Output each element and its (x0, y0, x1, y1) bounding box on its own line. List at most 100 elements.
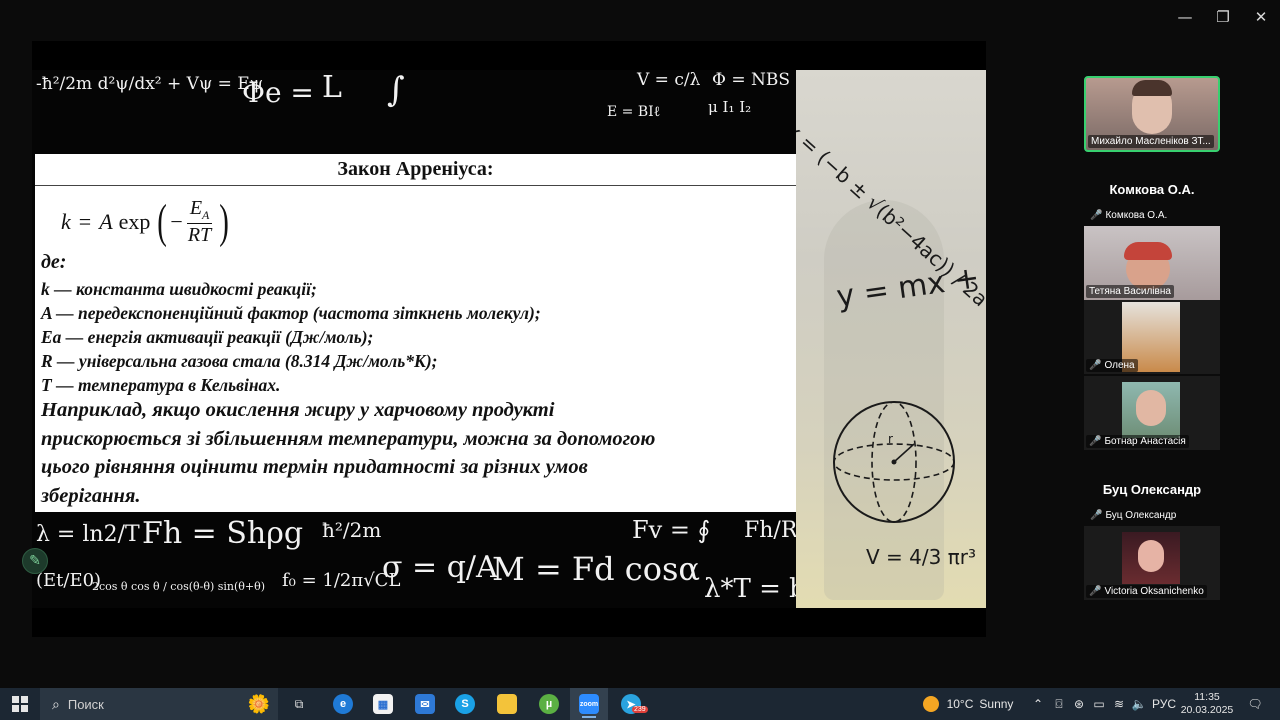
chalk-formula: ∫ (387, 70, 405, 110)
participant-tile[interactable]: 🎤 Олена (1084, 300, 1220, 374)
start-button[interactable] (0, 688, 40, 720)
formula-equals: = (78, 209, 92, 234)
participant-tile[interactable]: Тетяна Василівна (1084, 226, 1220, 300)
edge-icon: e (333, 694, 353, 714)
participant-name-strip: 🎤 Victoria Oksanichenko (1086, 585, 1207, 598)
fraction-numerator: EA (186, 197, 213, 224)
mic-muted-icon: 🎤 (1089, 586, 1102, 597)
utorrent-icon: µ (539, 694, 559, 714)
task-view-icon: ⧉ (294, 696, 304, 711)
weather-condition: Sunny (979, 697, 1014, 711)
formula-fraction: EA RT (186, 197, 213, 247)
utorrent-app[interactable]: µ (530, 688, 568, 720)
minimize-button[interactable]: — (1166, 0, 1204, 34)
participant-display-name: Комкова О.А. (1109, 182, 1195, 197)
participant-name-strip: 🎤 Ботнар Анастасія (1086, 435, 1189, 448)
chalk-formula: Fh = Shρg (142, 516, 304, 551)
file-explorer-app[interactable] (488, 688, 526, 720)
taskbar-search[interactable]: ⌕ Поиск 🌼 (40, 688, 278, 720)
windows-taskbar: ⌕ Поиск 🌼 ⧉ e ▦ ✉ S µ zoom ➤ 239 10°C Su… (0, 688, 1280, 720)
skype-icon: S (455, 694, 475, 714)
title-divider (35, 185, 796, 186)
close-button[interactable]: ✕ (1242, 0, 1280, 34)
restore-button[interactable]: ❐ (1204, 0, 1242, 34)
participant-name-strip: Тетяна Василівна (1086, 285, 1174, 298)
chalk-formula: ħ²/2m (322, 518, 382, 542)
clock-date: 20.03.2025 (1180, 704, 1234, 716)
definition-item: R — універсальна газова стала (8.314 Дж/… (41, 351, 438, 371)
participant-label: 🎤 Буц Олександр (1090, 510, 1176, 521)
telegram-badge: 239 (632, 706, 648, 713)
zoom-app[interactable]: zoom (570, 688, 608, 720)
mic-muted-icon: 🎤 (1089, 360, 1102, 371)
participant-label: 🎤 Комкова О.А. (1090, 210, 1167, 221)
volume-icon[interactable]: 🔈 (1130, 688, 1148, 720)
telegram-app[interactable]: ➤ 239 (612, 688, 650, 720)
definitions-heading: де: (41, 251, 67, 273)
system-clock[interactable]: 11:35 20.03.2025 (1181, 688, 1234, 720)
chalk-formula: -ħ²/2m d²ψ/dx² + Vψ = Eψ (36, 74, 264, 94)
language-indicator[interactable]: РУС (1150, 688, 1178, 720)
chevron-up-icon[interactable]: ⌃ (1030, 688, 1046, 720)
edge-app[interactable]: e (324, 688, 362, 720)
participant-tile[interactable]: 🎤 Victoria Oksanichenko (1084, 526, 1220, 600)
shared-screen: -ħ²/2m d²ψ/dx² + Vψ = Eψ Φe = L ∫ V = c/… (32, 41, 986, 637)
participant-face (1138, 540, 1164, 572)
definition-item: A — передекспоненційний фактор (частота … (41, 303, 541, 323)
store-icon: ▦ (373, 694, 393, 714)
battery-icon[interactable]: ▭ (1090, 688, 1108, 720)
definition-item: Ea — енергія активації реакції (Дж/моль)… (41, 327, 374, 347)
zoom-window: — ❐ ✕ -ħ²/2m d²ψ/dx² + Vψ = Eψ Φe = L ∫ … (0, 0, 1280, 688)
right-paren: ) (219, 195, 230, 248)
task-view-button[interactable]: ⧉ (280, 688, 318, 720)
notifications-icon[interactable]: 🗨 (1240, 688, 1270, 720)
chalk-formula: λ*T = b (704, 574, 796, 604)
radius-label: r (888, 432, 893, 446)
participant-name: Буц Олександр (1105, 510, 1177, 521)
formula-k: k (61, 209, 71, 234)
mail-app[interactable]: ✉ (406, 688, 444, 720)
participant-tile[interactable]: 🎤 Ботнар Анастасія (1084, 376, 1220, 450)
chalk-formula: Φe = (242, 76, 314, 109)
arrhenius-formula: k = A exp ( − EA RT ) (61, 194, 232, 250)
wifi-icon[interactable]: ≋ (1110, 688, 1128, 720)
definitions-list: k — константа швидкості реакції; A — пер… (41, 277, 541, 397)
participant-name: Тетяна Василівна (1089, 286, 1171, 297)
weather-widget[interactable]: 10°C Sunny (918, 688, 1018, 720)
formula-a: A (99, 209, 113, 234)
chalk-formula: Φ = NBS (712, 70, 791, 90)
example-line: зберігання. (41, 484, 141, 507)
definition-item: k — константа швидкості реакції; (41, 279, 317, 299)
participant-hair (1132, 80, 1172, 96)
chalk-formula: E = BIℓ (607, 104, 661, 120)
search-icon: ⌕ (52, 695, 60, 712)
chalk-formula: V = c/λ (637, 70, 701, 90)
participant-name-strip: 🎤 Олена (1086, 359, 1138, 372)
meet-now-icon[interactable]: ⌼ (1050, 688, 1068, 720)
formula-minus: − (170, 209, 183, 234)
chalkboard-background: -ħ²/2m d²ψ/dx² + Vψ = Eψ Φe = L ∫ V = c/… (32, 70, 796, 608)
search-label: Поиск (67, 696, 104, 712)
slide-title: Закон Арреніуса: (337, 158, 494, 180)
network-status-icon[interactable]: ⊛ (1070, 688, 1088, 720)
scientist-image: x = (−b ± √(b²−4ac)) / 2a y = mx + b r V… (796, 70, 986, 608)
example-paragraph: Наприклад, якщо окислення жиру у харчово… (41, 396, 781, 510)
chalk-formula: 2cos θ cos θ / cos(θ-θ) sin(θ+θ) (92, 580, 266, 593)
sphere-volume: V = 4/3 πr³ (866, 545, 976, 569)
mic-muted-icon: 🎤 (1090, 210, 1103, 221)
mail-icon: ✉ (415, 694, 435, 714)
participant-name: Victoria Oksanichenko (1104, 586, 1204, 597)
slide-content: Закон Арреніуса: k = A exp ( − EA RT ) д… (35, 154, 796, 512)
participant-name: Комкова О.А. (1105, 210, 1168, 221)
skype-app[interactable]: S (446, 688, 484, 720)
clock-time: 11:35 (1194, 691, 1220, 703)
chalk-formula: Fh/R (744, 518, 796, 543)
annotate-pencil-icon[interactable]: ✎ (22, 548, 48, 574)
zoom-icon: zoom (579, 694, 599, 714)
left-paren: ( (157, 195, 168, 248)
participant-tile[interactable]: Михайло Масленіков ЗТ... (1084, 76, 1220, 152)
participant-face (1136, 390, 1166, 426)
store-app[interactable]: ▦ (364, 688, 402, 720)
formula-exp: exp (118, 209, 151, 234)
participant-name: Михайло Масленіков ЗТ... (1091, 136, 1211, 147)
